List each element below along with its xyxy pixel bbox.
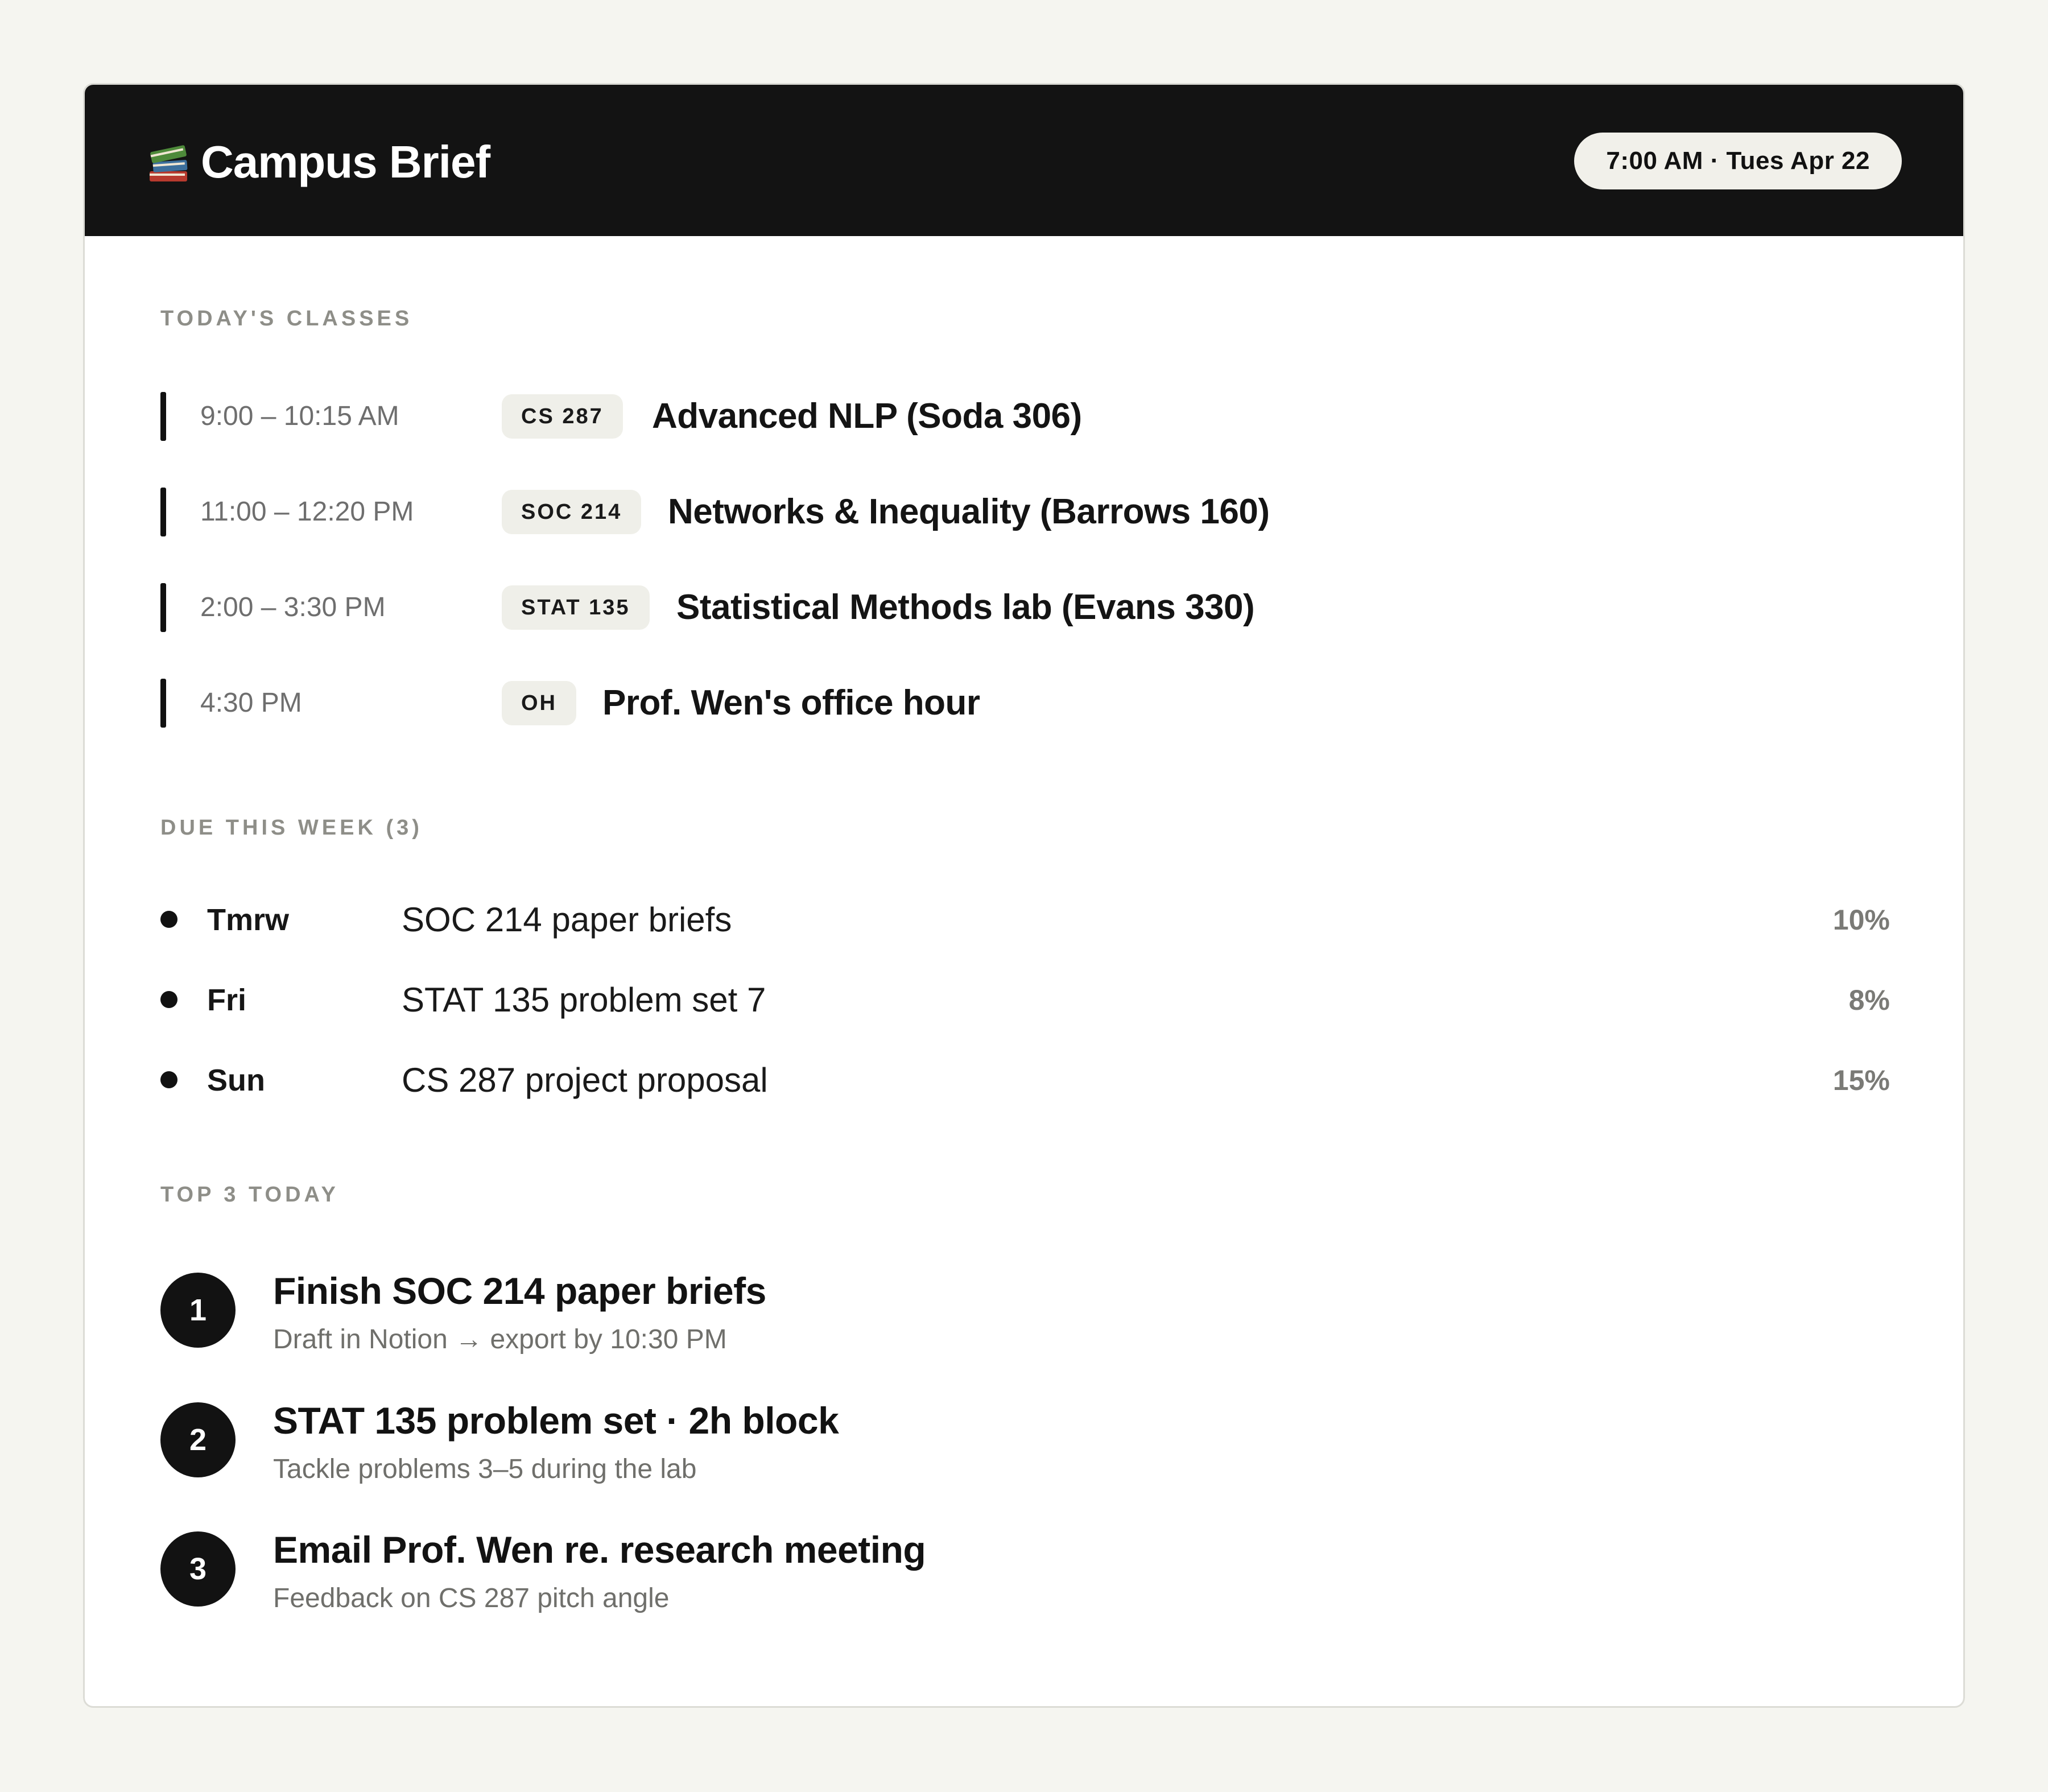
class-row[interactable]: 9:00 – 10:15 AM CS 287 Advanced NLP (Sod… bbox=[160, 392, 1810, 441]
priority-item[interactable]: 3 Email Prof. Wen re. research meeting F… bbox=[160, 1529, 1810, 1613]
class-indicator-bar bbox=[160, 488, 166, 536]
section-label-classes: TODAY'S CLASSES bbox=[160, 307, 413, 331]
course-code-chip: SOC 214 bbox=[502, 490, 642, 534]
class-time: 2:00 – 3:30 PM bbox=[200, 592, 386, 622]
priority-item[interactable]: 1 Finish SOC 214 paper briefs Draft in N… bbox=[160, 1270, 1810, 1355]
priority-subtitle: Draft in Notion → export by 10:30 PM bbox=[273, 1324, 727, 1355]
class-time: 4:30 PM bbox=[200, 688, 302, 718]
due-day: Fri bbox=[207, 983, 247, 1017]
course-code-chip: CS 287 bbox=[502, 394, 623, 439]
priority-number-badge: 1 bbox=[160, 1273, 236, 1348]
priority-title: Email Prof. Wen re. research meeting bbox=[273, 1529, 926, 1571]
class-indicator-bar bbox=[160, 392, 166, 441]
class-indicator-bar bbox=[160, 583, 166, 632]
section-label-due: DUE THIS WEEK (3) bbox=[160, 816, 423, 840]
section-label-top3: TOP 3 TODAY bbox=[160, 1183, 339, 1207]
course-code-chip: STAT 135 bbox=[502, 585, 650, 630]
class-row[interactable]: 11:00 – 12:20 PM SOC 214 Networks & Ineq… bbox=[160, 488, 1810, 536]
priority-number-badge: 3 bbox=[160, 1531, 236, 1607]
app-title: Campus Brief bbox=[201, 137, 490, 187]
class-title: Advanced NLP (Soda 306) bbox=[652, 397, 1082, 436]
class-title: Networks & Inequality (Barrows 160) bbox=[668, 492, 1270, 531]
priority-subtitle: Feedback on CS 287 pitch angle bbox=[273, 1583, 670, 1613]
priority-item[interactable]: 2 STAT 135 problem set · 2h block Tackle… bbox=[160, 1399, 1810, 1484]
grade-weight: 8% bbox=[1848, 984, 1890, 1016]
bullet-icon bbox=[160, 911, 177, 928]
priority-title: Finish SOC 214 paper briefs bbox=[273, 1270, 766, 1312]
bullet-icon bbox=[160, 1071, 177, 1088]
due-task: SOC 214 paper briefs bbox=[402, 901, 732, 939]
header-bar: Campus Brief 7:00 AM · Tues Apr 22 bbox=[85, 85, 1963, 236]
course-code-chip: OH bbox=[502, 681, 576, 725]
priority-number-badge: 2 bbox=[160, 1402, 236, 1477]
grade-weight: 10% bbox=[1832, 904, 1890, 936]
campus-brief-card: Campus Brief 7:00 AM · Tues Apr 22 TODAY… bbox=[83, 83, 1965, 1708]
class-title: Statistical Methods lab (Evans 330) bbox=[676, 588, 1255, 627]
due-task: STAT 135 problem set 7 bbox=[402, 981, 766, 1019]
class-row[interactable]: 4:30 PM OH Prof. Wen's office hour bbox=[160, 679, 1810, 728]
books-icon bbox=[150, 145, 188, 181]
class-indicator-bar bbox=[160, 679, 166, 728]
due-day: Tmrw bbox=[207, 903, 290, 937]
due-item[interactable]: Fri STAT 135 problem set 7 8% bbox=[160, 977, 1890, 1023]
due-day: Sun bbox=[207, 1063, 265, 1097]
bullet-icon bbox=[160, 991, 177, 1008]
grade-weight: 15% bbox=[1832, 1064, 1890, 1096]
brand: Campus Brief bbox=[147, 134, 490, 191]
due-task: CS 287 project proposal bbox=[402, 1061, 768, 1099]
time-date-pill: 7:00 AM · Tues Apr 22 bbox=[1574, 133, 1902, 189]
class-title: Prof. Wen's office hour bbox=[602, 683, 980, 722]
class-time: 9:00 – 10:15 AM bbox=[200, 401, 399, 431]
priority-subtitle: Tackle problems 3–5 during the lab bbox=[273, 1454, 697, 1484]
class-time: 11:00 – 12:20 PM bbox=[200, 497, 414, 527]
due-item[interactable]: Tmrw SOC 214 paper briefs 10% bbox=[160, 897, 1890, 943]
priority-title: STAT 135 problem set · 2h block bbox=[273, 1399, 839, 1442]
class-row[interactable]: 2:00 – 3:30 PM STAT 135 Statistical Meth… bbox=[160, 583, 1810, 632]
due-item[interactable]: Sun CS 287 project proposal 15% bbox=[160, 1058, 1890, 1103]
